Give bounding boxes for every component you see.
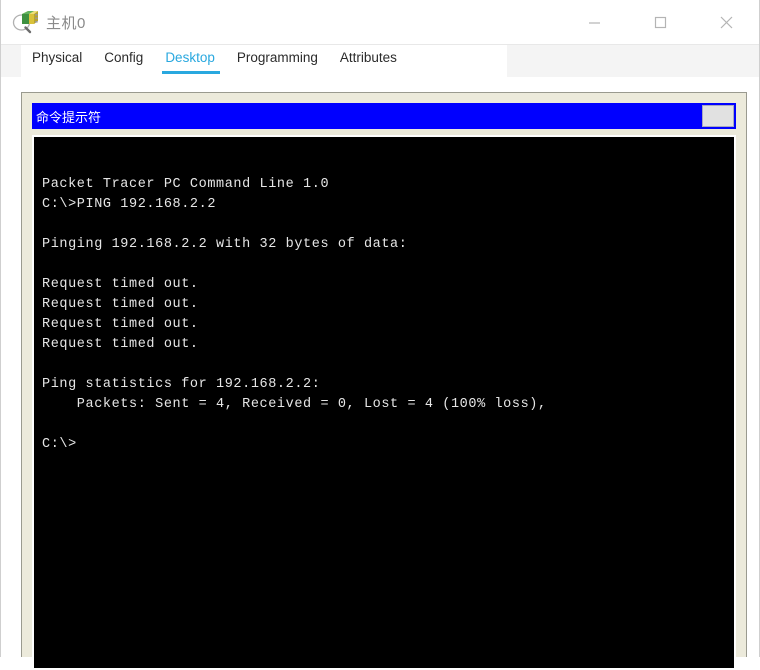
window-title: 主机0 — [46, 14, 86, 32]
terminal-frame: Packet Tracer PC Command Line 1.0 C:\>PIN… — [32, 135, 736, 670]
terminal-line: Packets: Sent = 4, Received = 0, Lost = … — [42, 397, 547, 412]
terminal-line: C:\> — [42, 437, 77, 452]
desktop-panel: 命令提示符 Packet Tracer PC Command Line 1.0 C… — [21, 92, 747, 670]
terminal-line: C:\>PING 192.168.2.2 — [42, 197, 217, 212]
tab-desktop[interactable]: Desktop — [154, 45, 226, 77]
command-prompt-titlebar: 命令提示符 — [32, 103, 736, 129]
command-prompt-restore-button[interactable] — [702, 105, 734, 127]
tab-attributes[interactable]: Attributes — [329, 45, 408, 77]
terminal-line: Request timed out. — [42, 277, 199, 292]
terminal-line: Request timed out. — [42, 297, 199, 312]
command-prompt-window: 命令提示符 Packet Tracer PC Command Line 1.0 C… — [32, 103, 736, 670]
packet-tracer-device-icon — [12, 10, 38, 34]
close-button[interactable] — [693, 0, 759, 44]
device-window: 主机0 Physical Config Desktop Programming … — [0, 0, 760, 670]
maximize-button[interactable] — [627, 0, 693, 44]
window-titlebar: 主机0 — [1, 0, 759, 45]
tab-programming[interactable]: Programming — [226, 45, 329, 77]
titlebar-left-group: 主机0 — [1, 10, 86, 34]
terminal-output[interactable]: Packet Tracer PC Command Line 1.0 C:\>PIN… — [34, 137, 734, 668]
command-prompt-title: 命令提示符 — [36, 109, 102, 125]
tab-config[interactable]: Config — [93, 45, 154, 77]
tab-physical[interactable]: Physical — [21, 45, 93, 77]
terminal-line: Packet Tracer PC Command Line 1.0 — [42, 177, 330, 192]
terminal-line: Ping statistics for 192.168.2.2: — [42, 377, 321, 392]
terminal-line: Pinging 192.168.2.2 with 32 bytes of dat… — [42, 237, 408, 252]
tabstrip-background: Physical Config Desktop Programming Attr… — [1, 45, 759, 77]
window-controls — [561, 0, 759, 44]
terminal-line: Request timed out. — [42, 337, 199, 352]
minimize-button[interactable] — [561, 0, 627, 44]
terminal-line: Request timed out. — [42, 317, 199, 332]
tabstrip: Physical Config Desktop Programming Attr… — [21, 45, 507, 77]
